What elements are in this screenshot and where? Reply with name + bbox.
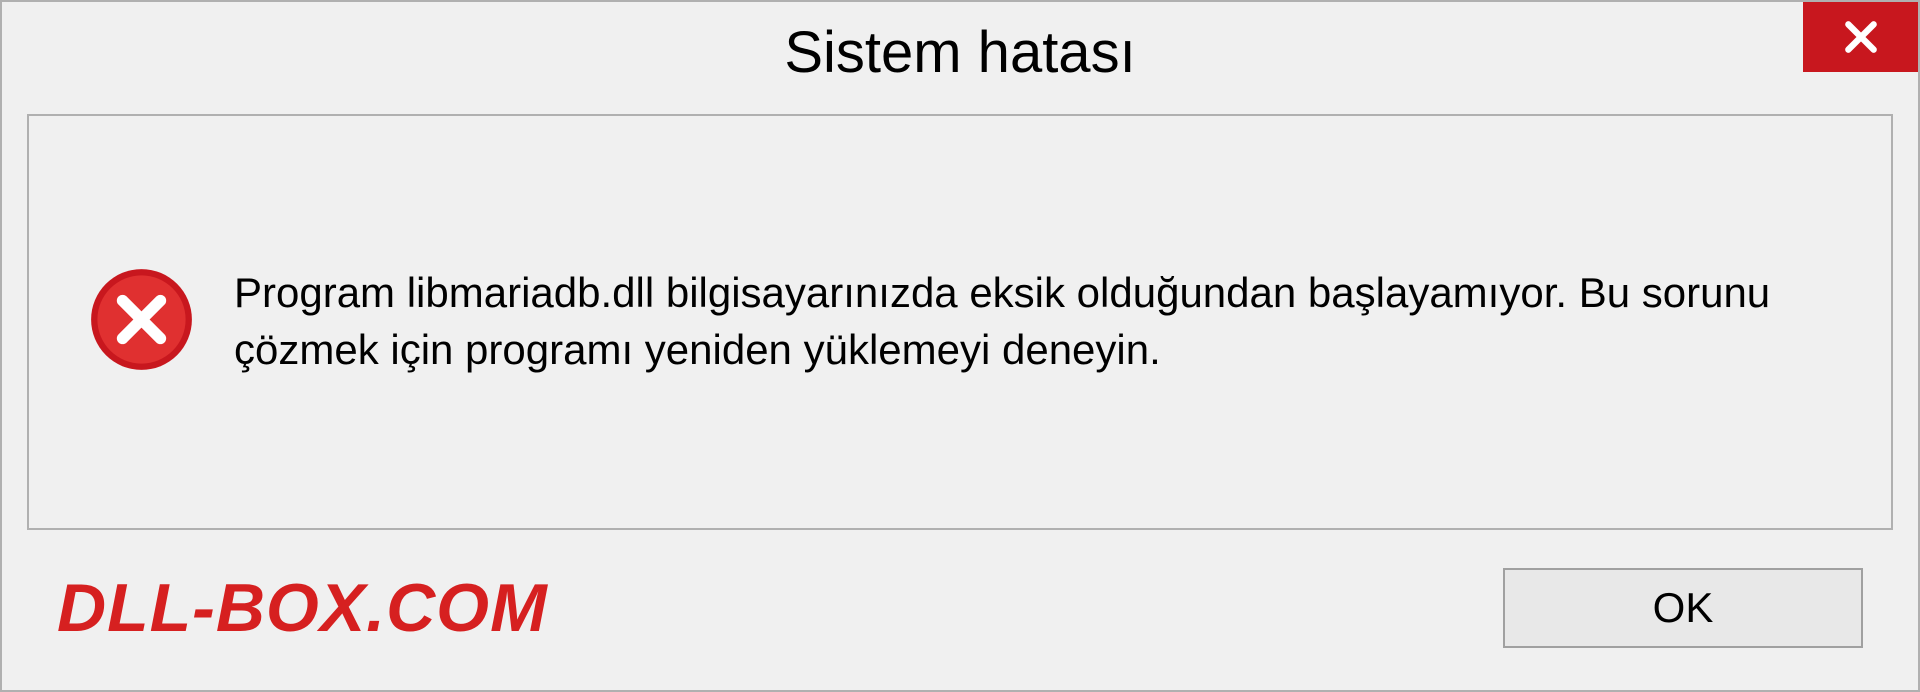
watermark-text: DLL-BOX.COM bbox=[57, 569, 548, 647]
close-button[interactable] bbox=[1803, 2, 1918, 72]
ok-button[interactable]: OK bbox=[1503, 568, 1863, 648]
titlebar: Sistem hatası bbox=[2, 2, 1918, 102]
close-icon bbox=[1842, 18, 1880, 56]
dialog-footer: DLL-BOX.COM OK bbox=[2, 530, 1918, 690]
error-icon bbox=[89, 267, 194, 377]
error-dialog: Sistem hatası Program libmariadb.dll bil… bbox=[0, 0, 1920, 692]
content-panel: Program libmariadb.dll bilgisayarınızda … bbox=[27, 114, 1893, 530]
error-message: Program libmariadb.dll bilgisayarınızda … bbox=[234, 265, 1831, 378]
dialog-title: Sistem hatası bbox=[784, 19, 1135, 86]
